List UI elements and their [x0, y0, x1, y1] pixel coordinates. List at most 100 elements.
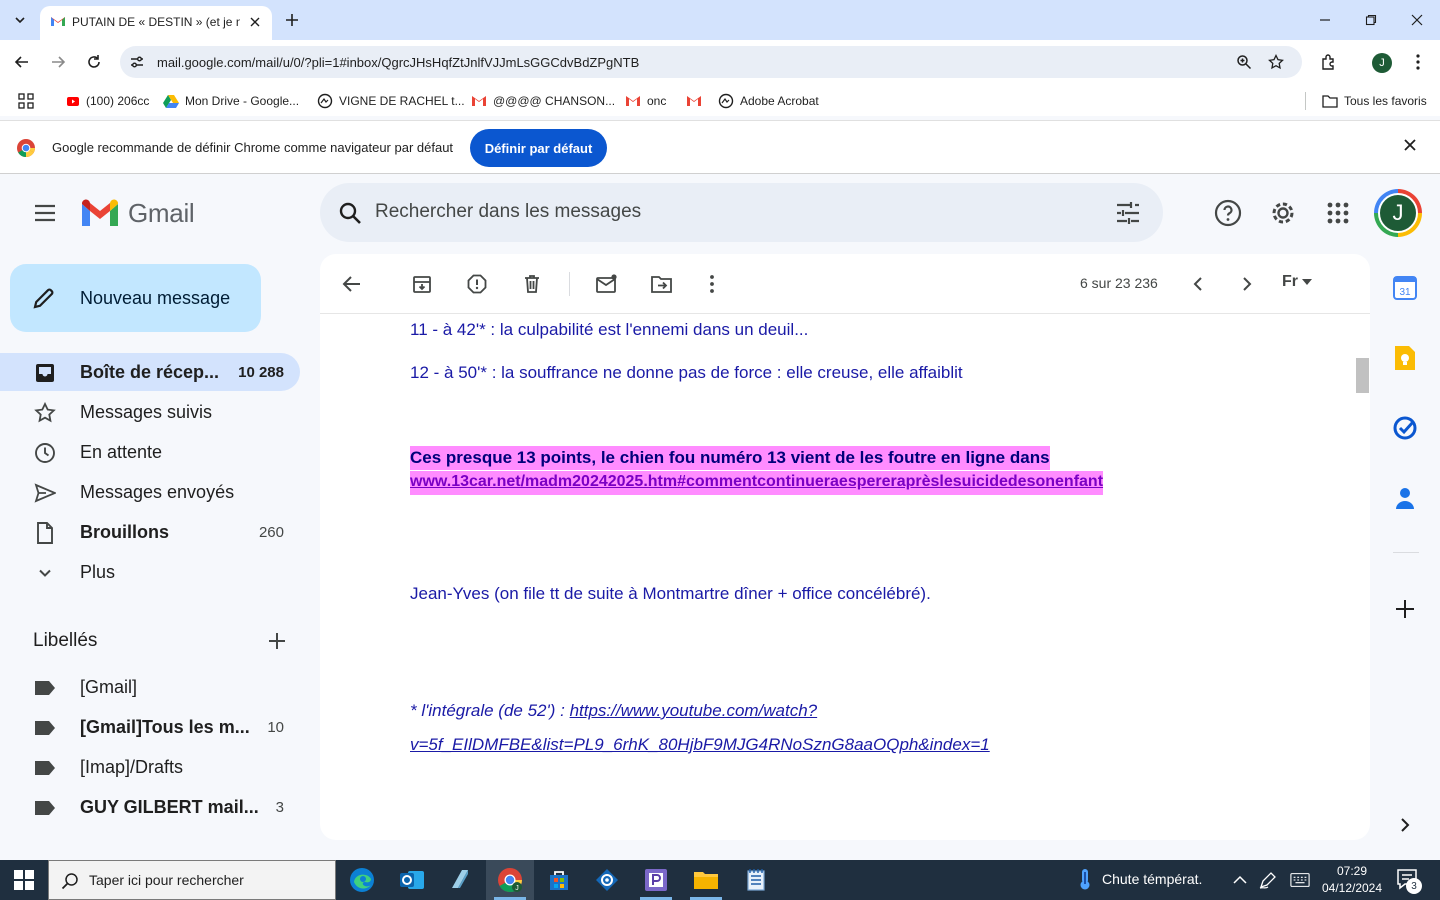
minimize-icon[interactable] [1315, 10, 1335, 30]
chrome-taskbar-icon[interactable]: J [486, 860, 534, 900]
archive-icon[interactable] [410, 272, 434, 296]
zoom-icon[interactable] [1236, 54, 1252, 70]
tab-strip: PUTAIN DE « DESTIN » (et je n'é [0, 0, 1440, 40]
move-to-icon[interactable] [650, 272, 674, 296]
windows-start-icon[interactable] [14, 870, 34, 890]
close-window-icon[interactable] [1407, 10, 1427, 30]
new-tab-icon[interactable] [282, 10, 302, 30]
account-avatar[interactable]: J [1374, 189, 1422, 237]
help-icon[interactable] [1214, 199, 1242, 227]
calendar-icon[interactable]: 31 [1392, 275, 1418, 301]
pencil-icon [33, 288, 54, 309]
store-icon[interactable] [535, 860, 583, 900]
next-message-icon[interactable] [1235, 272, 1259, 296]
delete-icon[interactable] [520, 272, 544, 296]
tab-close-icon[interactable] [246, 13, 264, 31]
touch-keyboard-icon[interactable] [1290, 870, 1310, 890]
search-icon[interactable] [338, 201, 362, 225]
site-settings-icon[interactable] [129, 54, 145, 70]
highlighted-text: Ces presque 13 points, le chien fou numé… [410, 446, 1050, 470]
pen-icon[interactable] [1258, 870, 1278, 890]
bookmark-item[interactable]: Mon Drive - Google... [163, 92, 299, 110]
mark-unread-icon[interactable] [595, 272, 619, 296]
labels-heading: Libellés [33, 630, 98, 651]
bookmark-item[interactable]: Adobe Acrobat [718, 92, 819, 110]
back-to-inbox-icon[interactable] [340, 272, 364, 296]
bookmark-item[interactable]: onc [625, 92, 666, 110]
taskbar-search-box[interactable] [48, 860, 336, 900]
bookmark-star-icon[interactable] [1268, 54, 1284, 70]
sidebar-item-sent[interactable]: Messages envoyés [0, 473, 300, 511]
infobar-close-icon[interactable] [1404, 139, 1416, 151]
report-spam-icon[interactable] [465, 272, 489, 296]
pagination-text: 6 sur 23 236 [1080, 275, 1158, 291]
bookmark-label: Adobe Acrobat [740, 94, 819, 108]
google-apps-icon[interactable] [1324, 199, 1352, 227]
publisher-app-icon[interactable] [632, 860, 680, 900]
back-icon[interactable] [12, 52, 32, 72]
sidebar-label-gmail-all[interactable]: [Gmail]Tous les m... 10 [0, 708, 300, 746]
sidebar-label-gmail[interactable]: [Gmail] [0, 668, 300, 706]
chrome-menu-icon[interactable] [1408, 52, 1428, 72]
edge-icon[interactable] [338, 860, 386, 900]
reload-icon[interactable] [84, 52, 104, 72]
inbox-icon [34, 362, 56, 384]
main-menu-icon[interactable] [33, 201, 57, 225]
add-addon-icon[interactable] [1392, 596, 1418, 622]
url-text[interactable]: mail.google.com/mail/u/0/?pli=1#inbox/Qg… [157, 55, 639, 70]
sidebar-item-label: Messages envoyés [80, 482, 235, 502]
expand-panel-icon[interactable] [1392, 812, 1418, 838]
extensions-icon[interactable] [1319, 52, 1339, 72]
browser-tab-active[interactable]: PUTAIN DE « DESTIN » (et je n'é [40, 6, 272, 40]
show-hidden-icons-icon[interactable] [1230, 870, 1250, 890]
all-bookmarks-button[interactable]: Tous les favoris [1322, 92, 1427, 110]
mail-search-bar[interactable] [320, 183, 1163, 242]
contacts-icon[interactable] [1392, 485, 1418, 511]
sidebar-label-imap-drafts[interactable]: [Imap]/Drafts [0, 748, 300, 786]
set-default-button[interactable]: Définir par défaut [470, 129, 607, 167]
gmail-logo[interactable]: Gmail [80, 198, 195, 229]
highlighted-link[interactable]: www.13car.net/madm20242025.htm#commentco… [410, 471, 1104, 495]
taskbar-search-input[interactable] [89, 872, 319, 888]
apps-grid-icon[interactable] [18, 92, 34, 110]
sidebar-item-inbox[interactable]: Boîte de récep... 10 288 [0, 353, 300, 391]
sidebar-item-drafts[interactable]: Brouillons 260 [0, 513, 300, 551]
file-explorer-icon[interactable] [682, 860, 730, 900]
gmail-icon [51, 17, 65, 26]
more-options-icon[interactable] [700, 272, 724, 296]
keep-icon[interactable] [1392, 345, 1418, 371]
taskbar-clock[interactable]: 07:29 04/12/2024 [1318, 863, 1386, 897]
sidebar-label-guy-gilbert[interactable]: GUY GILBERT mail... 3 [0, 788, 300, 826]
search-options-icon[interactable] [1115, 200, 1141, 226]
settings-gear-icon[interactable] [1269, 199, 1297, 227]
notepad-icon[interactable] [732, 860, 780, 900]
search-input[interactable] [375, 201, 1075, 223]
sidebar-item-more[interactable]: Plus [0, 553, 300, 591]
weather-widget[interactable]: Chute témpérat. [1076, 868, 1202, 890]
sidebar-item-snoozed[interactable]: En attente [0, 433, 300, 471]
weather-text: Chute témpérat. [1102, 871, 1203, 887]
message-scrollbar[interactable] [1356, 358, 1369, 393]
bookmark-item[interactable]: VIGNE DE RACHEL t... [317, 92, 465, 110]
svg-text:J: J [515, 885, 519, 892]
bookmark-item[interactable]: @@@@ CHANSON... [471, 92, 615, 110]
tab-search-button[interactable] [8, 8, 32, 32]
chevron-down-icon [15, 17, 25, 24]
forward-icon[interactable] [48, 52, 68, 72]
gmail-icon [81, 198, 119, 226]
previous-message-icon[interactable] [1186, 272, 1210, 296]
address-bar[interactable]: mail.google.com/mail/u/0/?pli=1#inbox/Qg… [120, 46, 1302, 78]
chrome-profile-avatar[interactable]: J [1372, 53, 1392, 73]
compose-button[interactable]: Nouveau message [10, 264, 261, 332]
network-app-icon[interactable] [583, 860, 631, 900]
outlook-icon[interactable] [388, 860, 436, 900]
bookmark-item[interactable]: (100) 206cc [66, 92, 149, 110]
tasks-icon[interactable] [1392, 415, 1418, 441]
notepad-app-icon[interactable] [436, 860, 484, 900]
bookmark-item[interactable] [686, 92, 702, 110]
sidebar-item-starred[interactable]: Messages suivis [0, 393, 300, 431]
add-label-icon[interactable] [266, 630, 288, 652]
input-tools-button[interactable]: Fr [1282, 273, 1312, 291]
drive-icon [163, 95, 179, 108]
restore-icon[interactable] [1361, 10, 1381, 30]
